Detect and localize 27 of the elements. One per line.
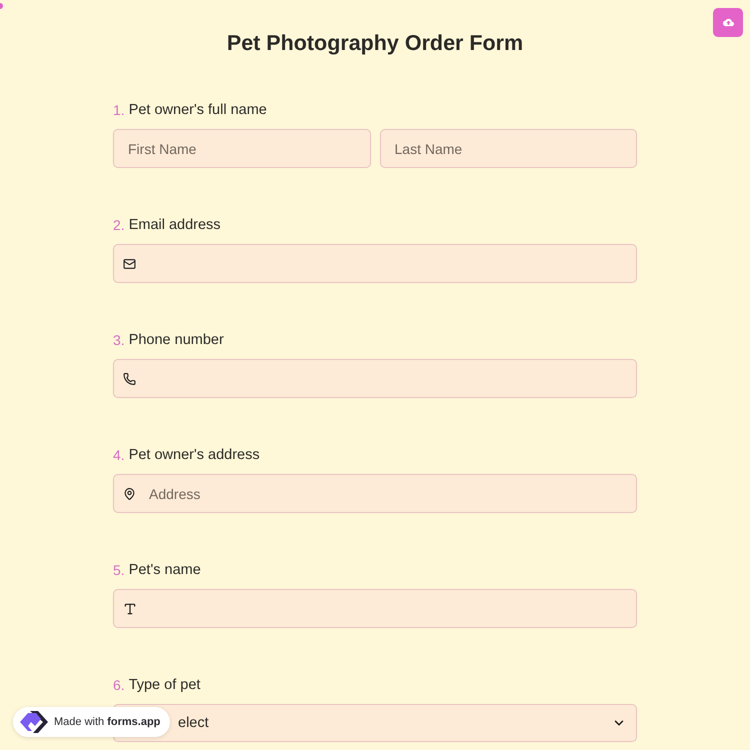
form-title: Pet Photography Order Form xyxy=(226,30,524,57)
question-number: 3. xyxy=(113,331,125,350)
address-field[interactable]: Address xyxy=(113,474,637,513)
cloud-upload-icon xyxy=(722,17,734,28)
text-type-icon xyxy=(123,602,137,616)
question-number: 4. xyxy=(113,446,125,465)
question-number: 1. xyxy=(113,101,125,120)
phone-icon xyxy=(123,372,136,385)
question-label: Type of pet xyxy=(128,676,200,695)
phone-field[interactable] xyxy=(113,359,637,398)
email-field[interactable] xyxy=(113,244,637,283)
mail-icon xyxy=(123,257,136,270)
question-number: 6. xyxy=(113,676,125,695)
question-number: 2. xyxy=(113,216,125,235)
question-label: Pet owner's address xyxy=(128,446,260,465)
question-label: Pet owner's full name xyxy=(128,101,267,120)
map-pin-icon xyxy=(123,487,136,500)
name-field[interactable]: Last Name xyxy=(380,129,637,168)
logo-icon xyxy=(19,710,49,734)
question-label: Pet's name xyxy=(128,561,201,580)
made-with-toast[interactable]: Made with forms.app xyxy=(13,707,170,737)
text-field[interactable] xyxy=(113,589,637,628)
question-number: 5. xyxy=(113,561,125,580)
upload-button[interactable] xyxy=(713,8,743,37)
name-field[interactable]: First Name xyxy=(113,129,370,168)
question-label: Email address xyxy=(128,216,221,235)
question-label: Phone number xyxy=(128,331,224,350)
